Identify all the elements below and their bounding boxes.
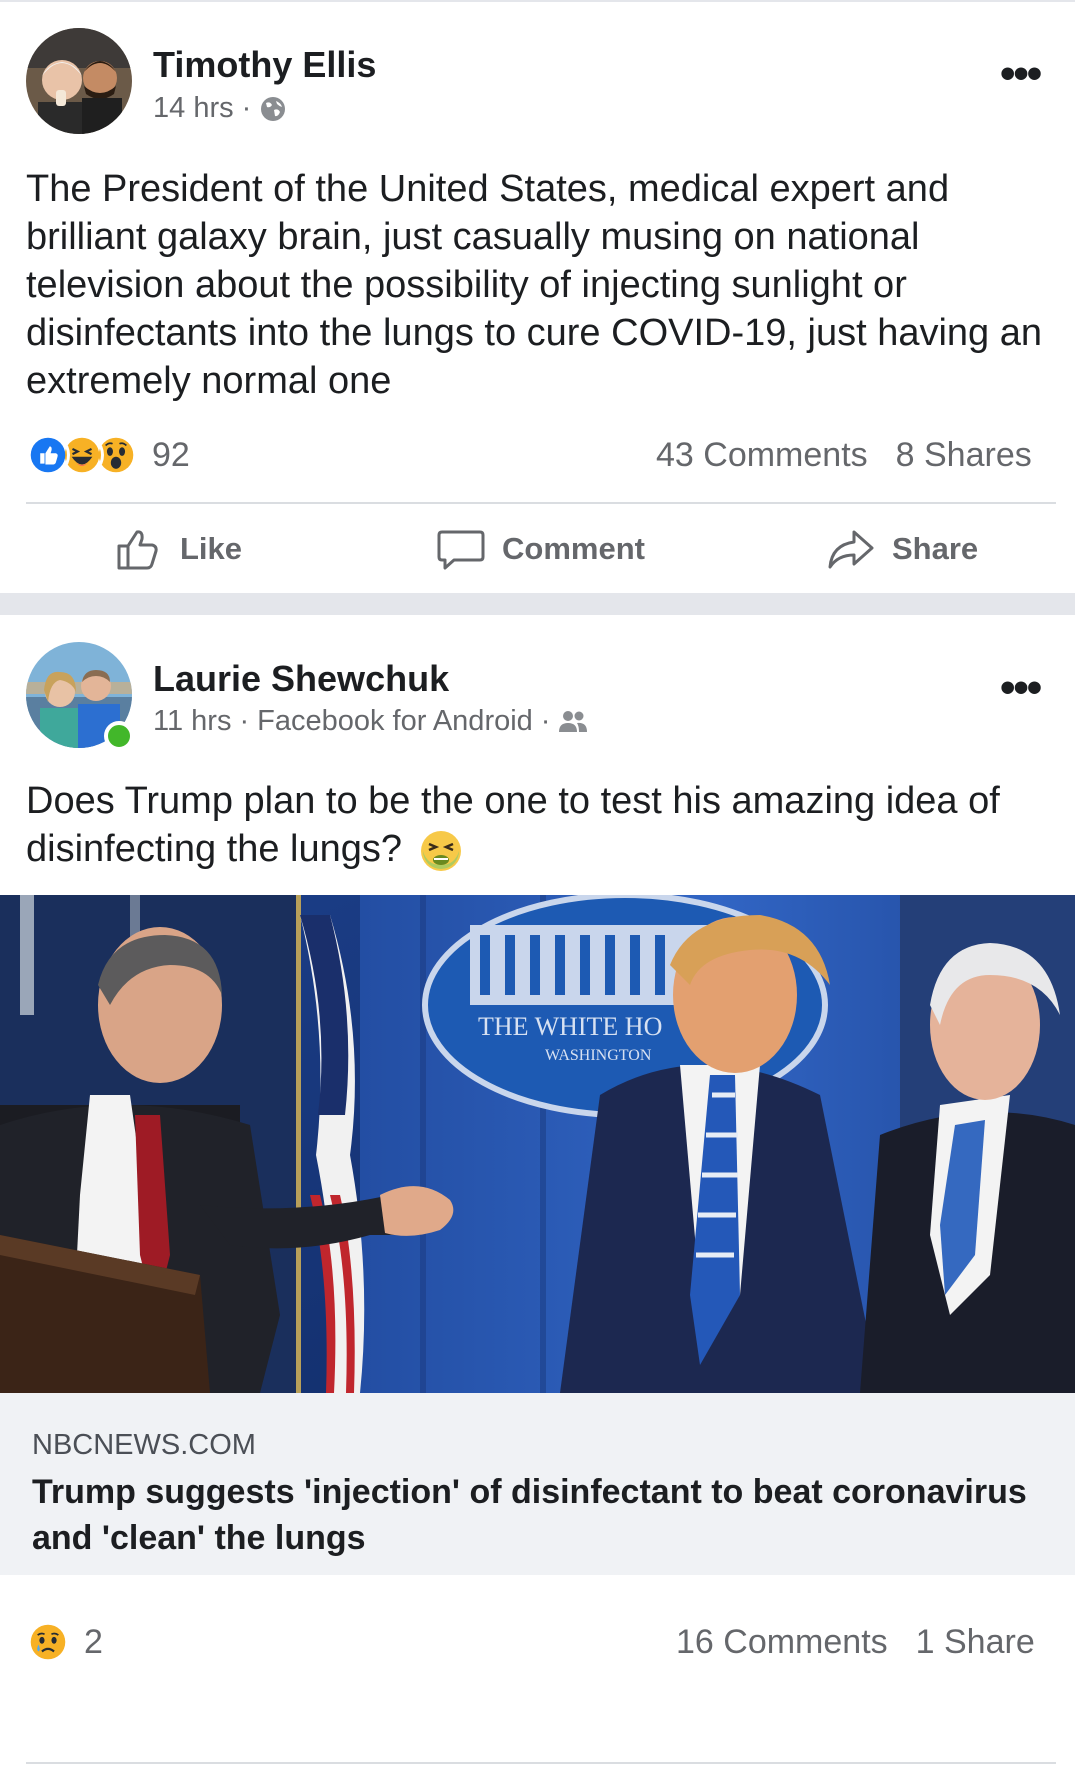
link-preview-image[interactable]: THE WHITE HO WASHINGTON (0, 895, 1075, 1393)
share-label: Share (892, 531, 979, 566)
comment-count[interactable]: 16 Comments (676, 1623, 888, 1662)
sad-reaction-icon (26, 1620, 70, 1664)
action-bar-divider (26, 1762, 1056, 1764)
post-source: Facebook for Android (257, 705, 533, 737)
comment-button[interactable]: Comment (436, 524, 645, 574)
post-time[interactable]: 14 hrs (153, 92, 234, 125)
link-domain: NBCNEWS.COM (32, 1429, 256, 1461)
more-options-icon[interactable]: ••• (1000, 666, 1042, 710)
reaction-count: 92 (152, 435, 190, 474)
meta-separator: · (239, 705, 250, 737)
photo-sign-line1: THE WHITE HO (478, 1012, 662, 1041)
like-button[interactable]: Like (114, 524, 242, 574)
online-status-indicator (104, 721, 134, 751)
more-options-icon[interactable]: ••• (1000, 52, 1042, 96)
reaction-summary[interactable]: 92 (26, 433, 190, 477)
share-count[interactable]: 1 Share (916, 1623, 1035, 1662)
comment-bubble-icon (437, 530, 485, 570)
comment-count[interactable]: 43 Comments (656, 436, 868, 475)
like-reaction-icon (26, 433, 70, 477)
link-title: Trump suggests 'injection' of disinfecta… (32, 1473, 1027, 1557)
engagement-counts: 43 Comments 8 Shares (656, 436, 1032, 475)
meta-separator: · (540, 705, 551, 737)
post-meta: 14 hrs · (153, 92, 287, 125)
share-button[interactable]: Share (826, 524, 978, 574)
post-meta: 11 hrs · Facebook for Android · (153, 705, 588, 738)
author-name[interactable]: Laurie Shewchuk (153, 658, 449, 700)
author-avatar[interactable] (26, 28, 132, 134)
post-card-1: Timothy Ellis 14 hrs · ••• The President… (0, 0, 1075, 593)
friends-icon (558, 708, 588, 736)
globe-icon (259, 95, 287, 123)
like-label: Like (180, 531, 243, 566)
thumbs-up-icon (117, 530, 158, 570)
post-text: The President of the United States, medi… (26, 168, 1042, 402)
photo-sign-line2: WASHINGTON (545, 1047, 652, 1064)
feed-divider (0, 593, 1075, 615)
post-text: Does Trump plan to be the one to test hi… (26, 777, 1056, 873)
post-text-body: Does Trump plan to be the one to test hi… (26, 780, 1000, 870)
author-name[interactable]: Timothy Ellis (153, 44, 376, 86)
share-count[interactable]: 8 Shares (896, 436, 1032, 475)
nauseated-face-icon (419, 829, 463, 873)
action-bar-divider (26, 502, 1056, 504)
post-time[interactable]: 11 hrs (153, 705, 231, 738)
link-preview-card[interactable]: NBCNEWS.COM Trump suggests 'injection' o… (0, 1393, 1075, 1575)
reaction-count: 2 (84, 1622, 103, 1661)
share-arrow-icon (828, 530, 874, 569)
reaction-summary[interactable]: 2 (26, 1620, 103, 1664)
engagement-counts: 16 Comments 1 Share (676, 1623, 1035, 1662)
post-card-2: Laurie Shewchuk 11 hrs · Facebook for An… (0, 615, 1075, 1786)
comment-label: Comment (502, 531, 645, 566)
meta-separator: · (241, 92, 252, 124)
